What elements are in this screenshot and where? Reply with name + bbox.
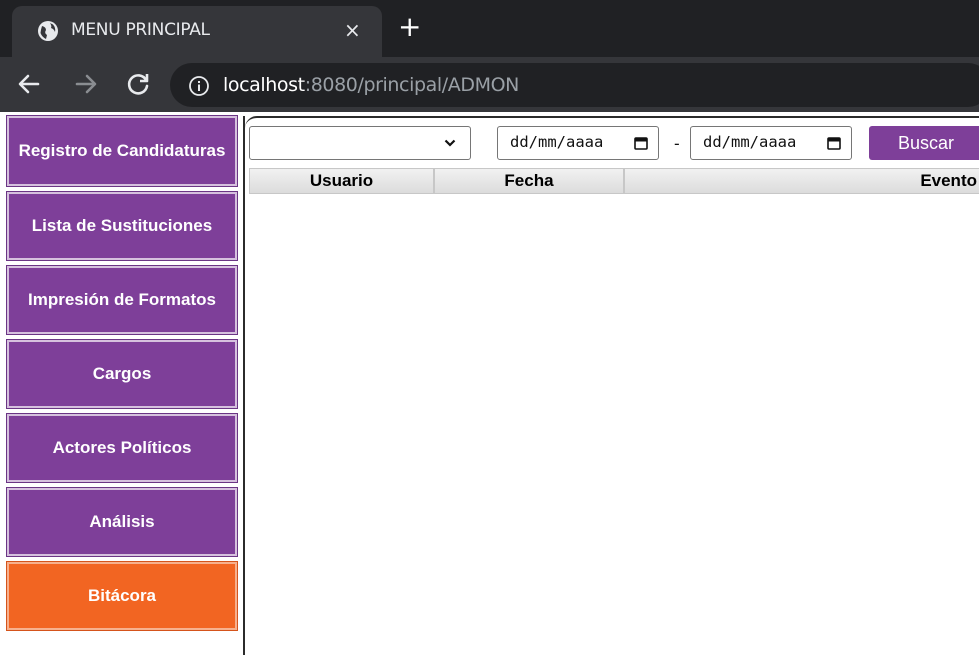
calendar-icon[interactable] bbox=[634, 136, 648, 150]
user-select[interactable] bbox=[249, 126, 471, 160]
new-tab-button[interactable]: + bbox=[398, 13, 421, 41]
sidebar-item-impresion-formatos[interactable]: Impresión de Formatos bbox=[6, 265, 238, 335]
column-header-fecha[interactable]: Fecha bbox=[434, 168, 624, 194]
sidebar-item-actores-politicos[interactable]: Actores Políticos bbox=[6, 413, 238, 483]
tab-title: MENU PRINCIPAL bbox=[71, 20, 210, 40]
date-to-input[interactable]: dd/mm/aaaa bbox=[690, 126, 852, 160]
browser-tab[interactable]: MENU PRINCIPAL × bbox=[12, 6, 382, 57]
browser-toolbar: localhost:8080/principal/ADMON bbox=[0, 57, 979, 112]
url-text: localhost:8080/principal/ADMON bbox=[223, 74, 519, 96]
bitacora-panel: dd/mm/aaaa - dd/mm/aaaa Buscar Usuario F… bbox=[245, 116, 979, 655]
date-from-input[interactable]: dd/mm/aaaa bbox=[497, 126, 659, 160]
page: Registro de Candidaturas Lista de Sustit… bbox=[0, 112, 979, 655]
search-button[interactable]: Buscar bbox=[869, 126, 979, 160]
sidebar-item-lista-sustituciones[interactable]: Lista de Sustituciones bbox=[6, 191, 238, 261]
chevron-down-icon bbox=[444, 139, 456, 147]
date-to-placeholder: dd/mm/aaaa bbox=[703, 133, 797, 151]
calendar-icon[interactable] bbox=[827, 136, 841, 150]
browser-tab-strip: MENU PRINCIPAL × + bbox=[0, 0, 979, 57]
sidebar-item-registro-candidaturas[interactable]: Registro de Candidaturas bbox=[6, 115, 238, 187]
forward-arrow-icon[interactable] bbox=[73, 71, 99, 97]
globe-icon bbox=[38, 21, 58, 41]
address-bar[interactable]: localhost:8080/principal/ADMON bbox=[170, 63, 979, 107]
back-arrow-icon[interactable] bbox=[16, 71, 42, 97]
column-header-evento[interactable]: Evento bbox=[624, 168, 979, 194]
sidebar-item-cargos[interactable]: Cargos bbox=[6, 339, 238, 409]
sidebar-item-analisis[interactable]: Análisis bbox=[6, 487, 238, 557]
date-from-placeholder: dd/mm/aaaa bbox=[510, 133, 604, 151]
date-range-separator: - bbox=[674, 134, 680, 153]
reload-icon[interactable] bbox=[126, 71, 152, 97]
info-icon[interactable] bbox=[188, 75, 210, 97]
column-header-usuario[interactable]: Usuario bbox=[249, 168, 434, 194]
tab-close-icon[interactable]: × bbox=[344, 19, 361, 41]
table-header: Usuario Fecha Evento bbox=[249, 168, 979, 194]
sidebar-item-bitacora[interactable]: Bitácora bbox=[6, 561, 238, 631]
